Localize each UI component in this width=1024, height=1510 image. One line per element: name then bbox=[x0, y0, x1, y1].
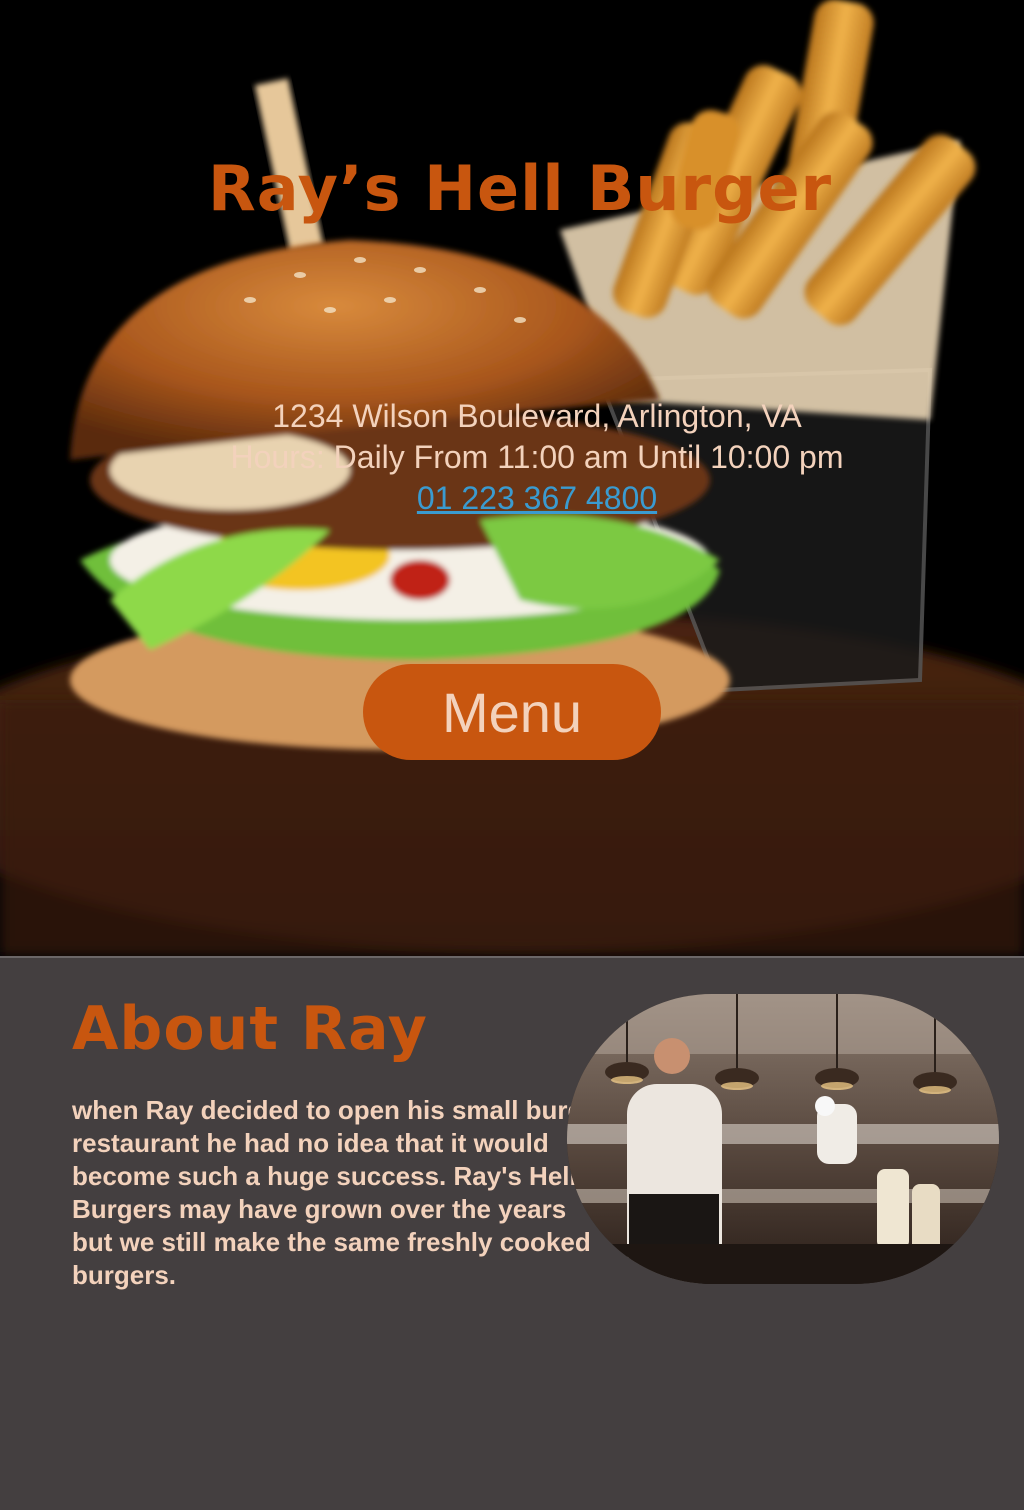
hours-text: Hours: Daily From 11:00 am Until 10:00 p… bbox=[230, 439, 844, 475]
menu-button[interactable]: Menu bbox=[363, 664, 661, 760]
about-section: About Ray when Ray decided to open his s… bbox=[0, 958, 1024, 1510]
contact-info: 1234 Wilson Boulevard, Arlington, VA Hou… bbox=[0, 396, 1024, 519]
address-text: 1234 Wilson Boulevard, Arlington, VA bbox=[272, 398, 802, 434]
hero-section: Ray’s Hell Burger 1234 Wilson Boulevard,… bbox=[0, 0, 1024, 956]
phone-link[interactable]: 01 223 367 4800 bbox=[417, 480, 657, 516]
restaurant-title: Ray’s Hell Burger bbox=[208, 152, 833, 225]
about-text: when Ray decided to open his small burge… bbox=[72, 1095, 608, 1290]
kitchen-photo bbox=[567, 994, 999, 1284]
about-title: About Ray bbox=[72, 994, 428, 1064]
